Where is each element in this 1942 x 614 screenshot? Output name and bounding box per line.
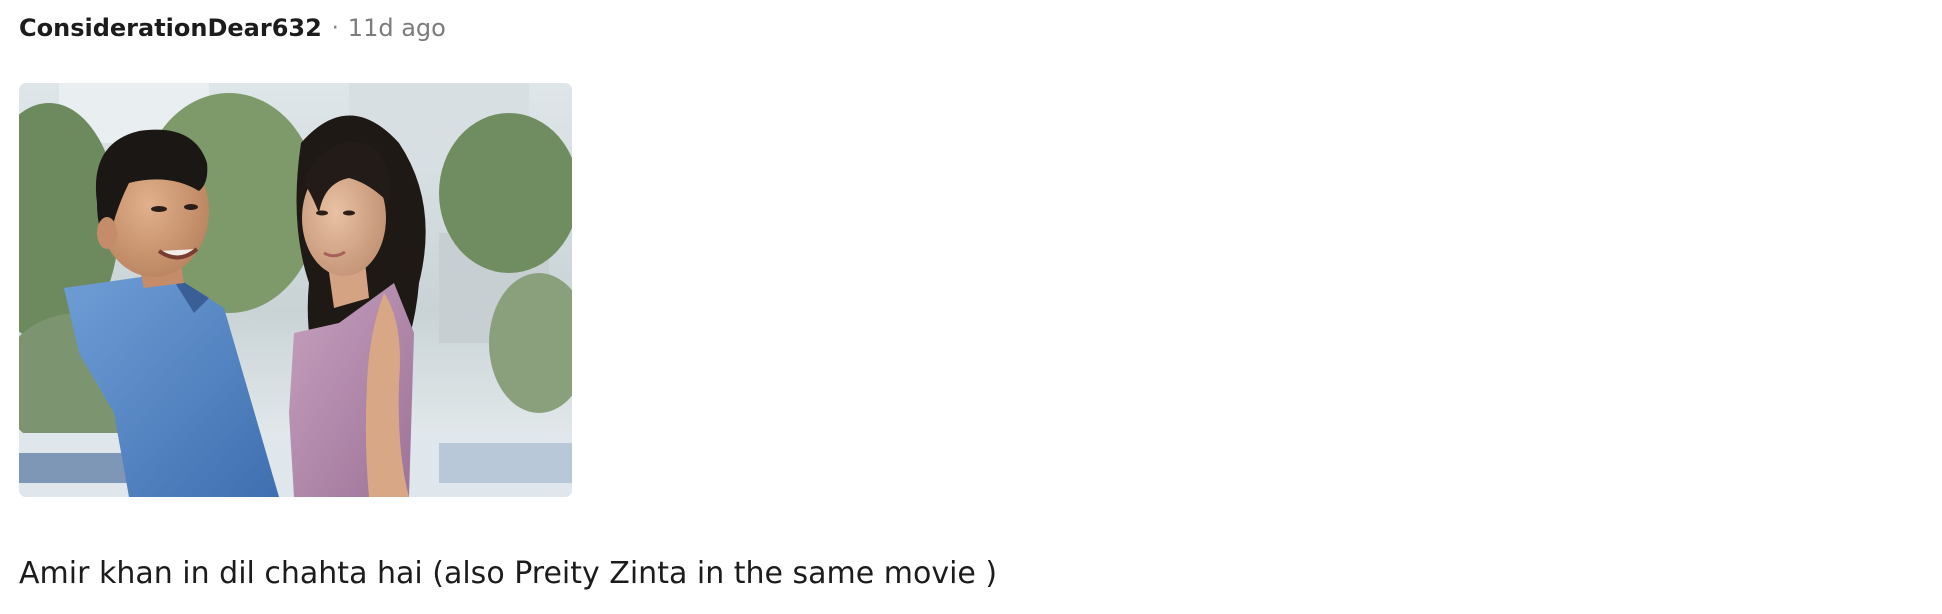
comment-author-link[interactable]: ConsiderationDear632 <box>19 14 322 42</box>
comment-meta: ConsiderationDear632 · 11d ago <box>19 8 446 48</box>
meta-separator: · <box>331 15 339 41</box>
comment-body: Amir khan in dil chahta hai (also Preity… <box>19 556 998 591</box>
comment-image[interactable] <box>19 83 572 497</box>
comment-timestamp[interactable]: 11d ago <box>348 14 446 42</box>
